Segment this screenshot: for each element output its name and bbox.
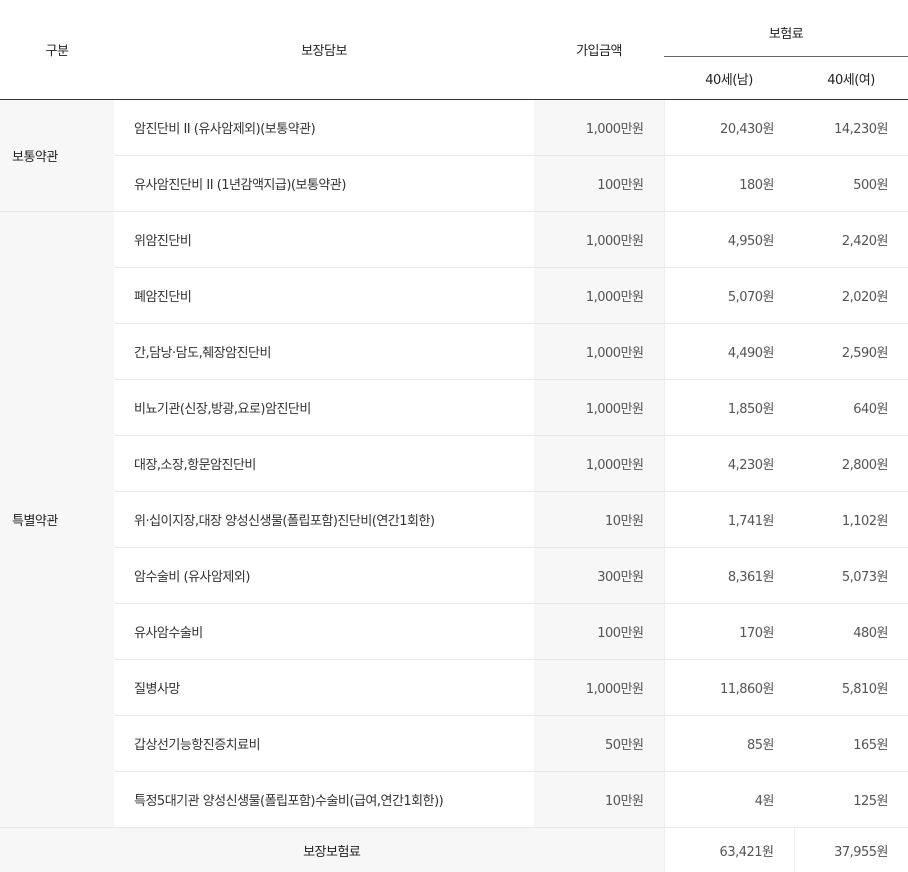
coverage-amount: 1,000만원 — [534, 212, 664, 268]
premium-male: 4원 — [664, 772, 794, 828]
coverage-amount: 1,000만원 — [534, 324, 664, 380]
premium-table: 구분 보장담보 가입금액 보험료 40세(남) 40세(여) 보통약관암진단비 … — [0, 0, 908, 872]
header-amount: 가입금액 — [534, 0, 664, 100]
header-premium: 보험료 — [664, 0, 908, 57]
table-row: 갑상선기능항진증치료비50만원85원165원 — [0, 716, 908, 772]
coverage-amount: 50만원 — [534, 716, 664, 772]
premium-male: 85원 — [664, 716, 794, 772]
table-row: 보통약관암진단비 II (유사암제외)(보통약관)1,000만원20,430원1… — [0, 100, 908, 156]
table-header: 구분 보장담보 가입금액 보험료 40세(남) 40세(여) — [0, 0, 908, 100]
premium-male: 4,490원 — [664, 324, 794, 380]
coverage-name: 유사암수술비 — [114, 604, 534, 660]
premium-male: 20,430원 — [664, 100, 794, 156]
coverage-name: 질병사망 — [114, 660, 534, 716]
premium-female: 125원 — [794, 772, 908, 828]
coverage-amount: 1,000만원 — [534, 100, 664, 156]
total-row: 보장보험료63,421원37,955원 — [0, 828, 908, 872]
table-row: 유사암진단비 II (1년감액지급)(보통약관)100만원180원500원 — [0, 156, 908, 212]
table-row: 질병사망1,000만원11,860원5,810원 — [0, 660, 908, 716]
table-row: 유사암수술비100만원170원480원 — [0, 604, 908, 660]
premium-female: 2,800원 — [794, 436, 908, 492]
premium-male: 4,230원 — [664, 436, 794, 492]
table-row: 간,담낭·담도,췌장암진단비1,000만원4,490원2,590원 — [0, 324, 908, 380]
premium-female: 1,102원 — [794, 492, 908, 548]
table-row: 폐암진단비1,000만원5,070원2,020원 — [0, 268, 908, 324]
coverage-name: 유사암진단비 II (1년감액지급)(보통약관) — [114, 156, 534, 212]
coverage-name: 간,담낭·담도,췌장암진단비 — [114, 324, 534, 380]
table-row: 비뇨기관(신장,방광,요로)암진단비1,000만원1,850원640원 — [0, 380, 908, 436]
coverage-amount: 10만원 — [534, 772, 664, 828]
premium-female: 5,810원 — [794, 660, 908, 716]
header-coverage: 보장담보 — [114, 0, 534, 100]
header-category: 구분 — [0, 0, 114, 100]
premium-female: 480원 — [794, 604, 908, 660]
coverage-name: 폐암진단비 — [114, 268, 534, 324]
table-row: 대장,소장,항문암진단비1,000만원4,230원2,800원 — [0, 436, 908, 492]
coverage-amount: 100만원 — [534, 604, 664, 660]
premium-female: 5,073원 — [794, 548, 908, 604]
total-premium-female: 37,955원 — [794, 828, 908, 872]
total-premium-male: 63,421원 — [664, 828, 794, 872]
coverage-amount: 1,000만원 — [534, 436, 664, 492]
premium-male: 1,850원 — [664, 380, 794, 436]
premium-female: 2,020원 — [794, 268, 908, 324]
table-row: 특별약관위암진단비1,000만원4,950원2,420원 — [0, 212, 908, 268]
premium-male: 1,741원 — [664, 492, 794, 548]
coverage-amount: 1,000만원 — [534, 380, 664, 436]
coverage-name: 비뇨기관(신장,방광,요로)암진단비 — [114, 380, 534, 436]
premium-female: 165원 — [794, 716, 908, 772]
coverage-amount: 1,000만원 — [534, 268, 664, 324]
total-label: 보장보험료 — [0, 828, 664, 872]
premium-female: 500원 — [794, 156, 908, 212]
coverage-name: 특정5대기관 양성신생물(폴립포함)수술비(급여,연간1회한)) — [114, 772, 534, 828]
group-label: 보통약관 — [0, 100, 114, 212]
premium-male: 180원 — [664, 156, 794, 212]
premium-male: 11,860원 — [664, 660, 794, 716]
coverage-name: 갑상선기능항진증치료비 — [114, 716, 534, 772]
table-body: 보통약관암진단비 II (유사암제외)(보통약관)1,000만원20,430원1… — [0, 100, 908, 872]
coverage-name: 위·십이지장,대장 양성신생물(폴립포함)진단비(연간1회한) — [114, 492, 534, 548]
coverage-amount: 1,000만원 — [534, 660, 664, 716]
premium-male: 5,070원 — [664, 268, 794, 324]
coverage-name: 암진단비 II (유사암제외)(보통약관) — [114, 100, 534, 156]
premium-male: 170원 — [664, 604, 794, 660]
premium-female: 640원 — [794, 380, 908, 436]
premium-female: 14,230원 — [794, 100, 908, 156]
premium-male: 8,361원 — [664, 548, 794, 604]
table-row: 특정5대기관 양성신생물(폴립포함)수술비(급여,연간1회한))10만원4원12… — [0, 772, 908, 828]
header-female: 40세(여) — [794, 57, 908, 100]
table-row: 위·십이지장,대장 양성신생물(폴립포함)진단비(연간1회한)10만원1,741… — [0, 492, 908, 548]
group-label: 특별약관 — [0, 212, 114, 828]
coverage-amount: 300만원 — [534, 548, 664, 604]
premium-female: 2,590원 — [794, 324, 908, 380]
coverage-amount: 100만원 — [534, 156, 664, 212]
table-row: 암수술비 (유사암제외)300만원8,361원5,073원 — [0, 548, 908, 604]
premium-male: 4,950원 — [664, 212, 794, 268]
coverage-name: 암수술비 (유사암제외) — [114, 548, 534, 604]
coverage-name: 대장,소장,항문암진단비 — [114, 436, 534, 492]
header-male: 40세(남) — [664, 57, 794, 100]
coverage-name: 위암진단비 — [114, 212, 534, 268]
coverage-amount: 10만원 — [534, 492, 664, 548]
premium-female: 2,420원 — [794, 212, 908, 268]
